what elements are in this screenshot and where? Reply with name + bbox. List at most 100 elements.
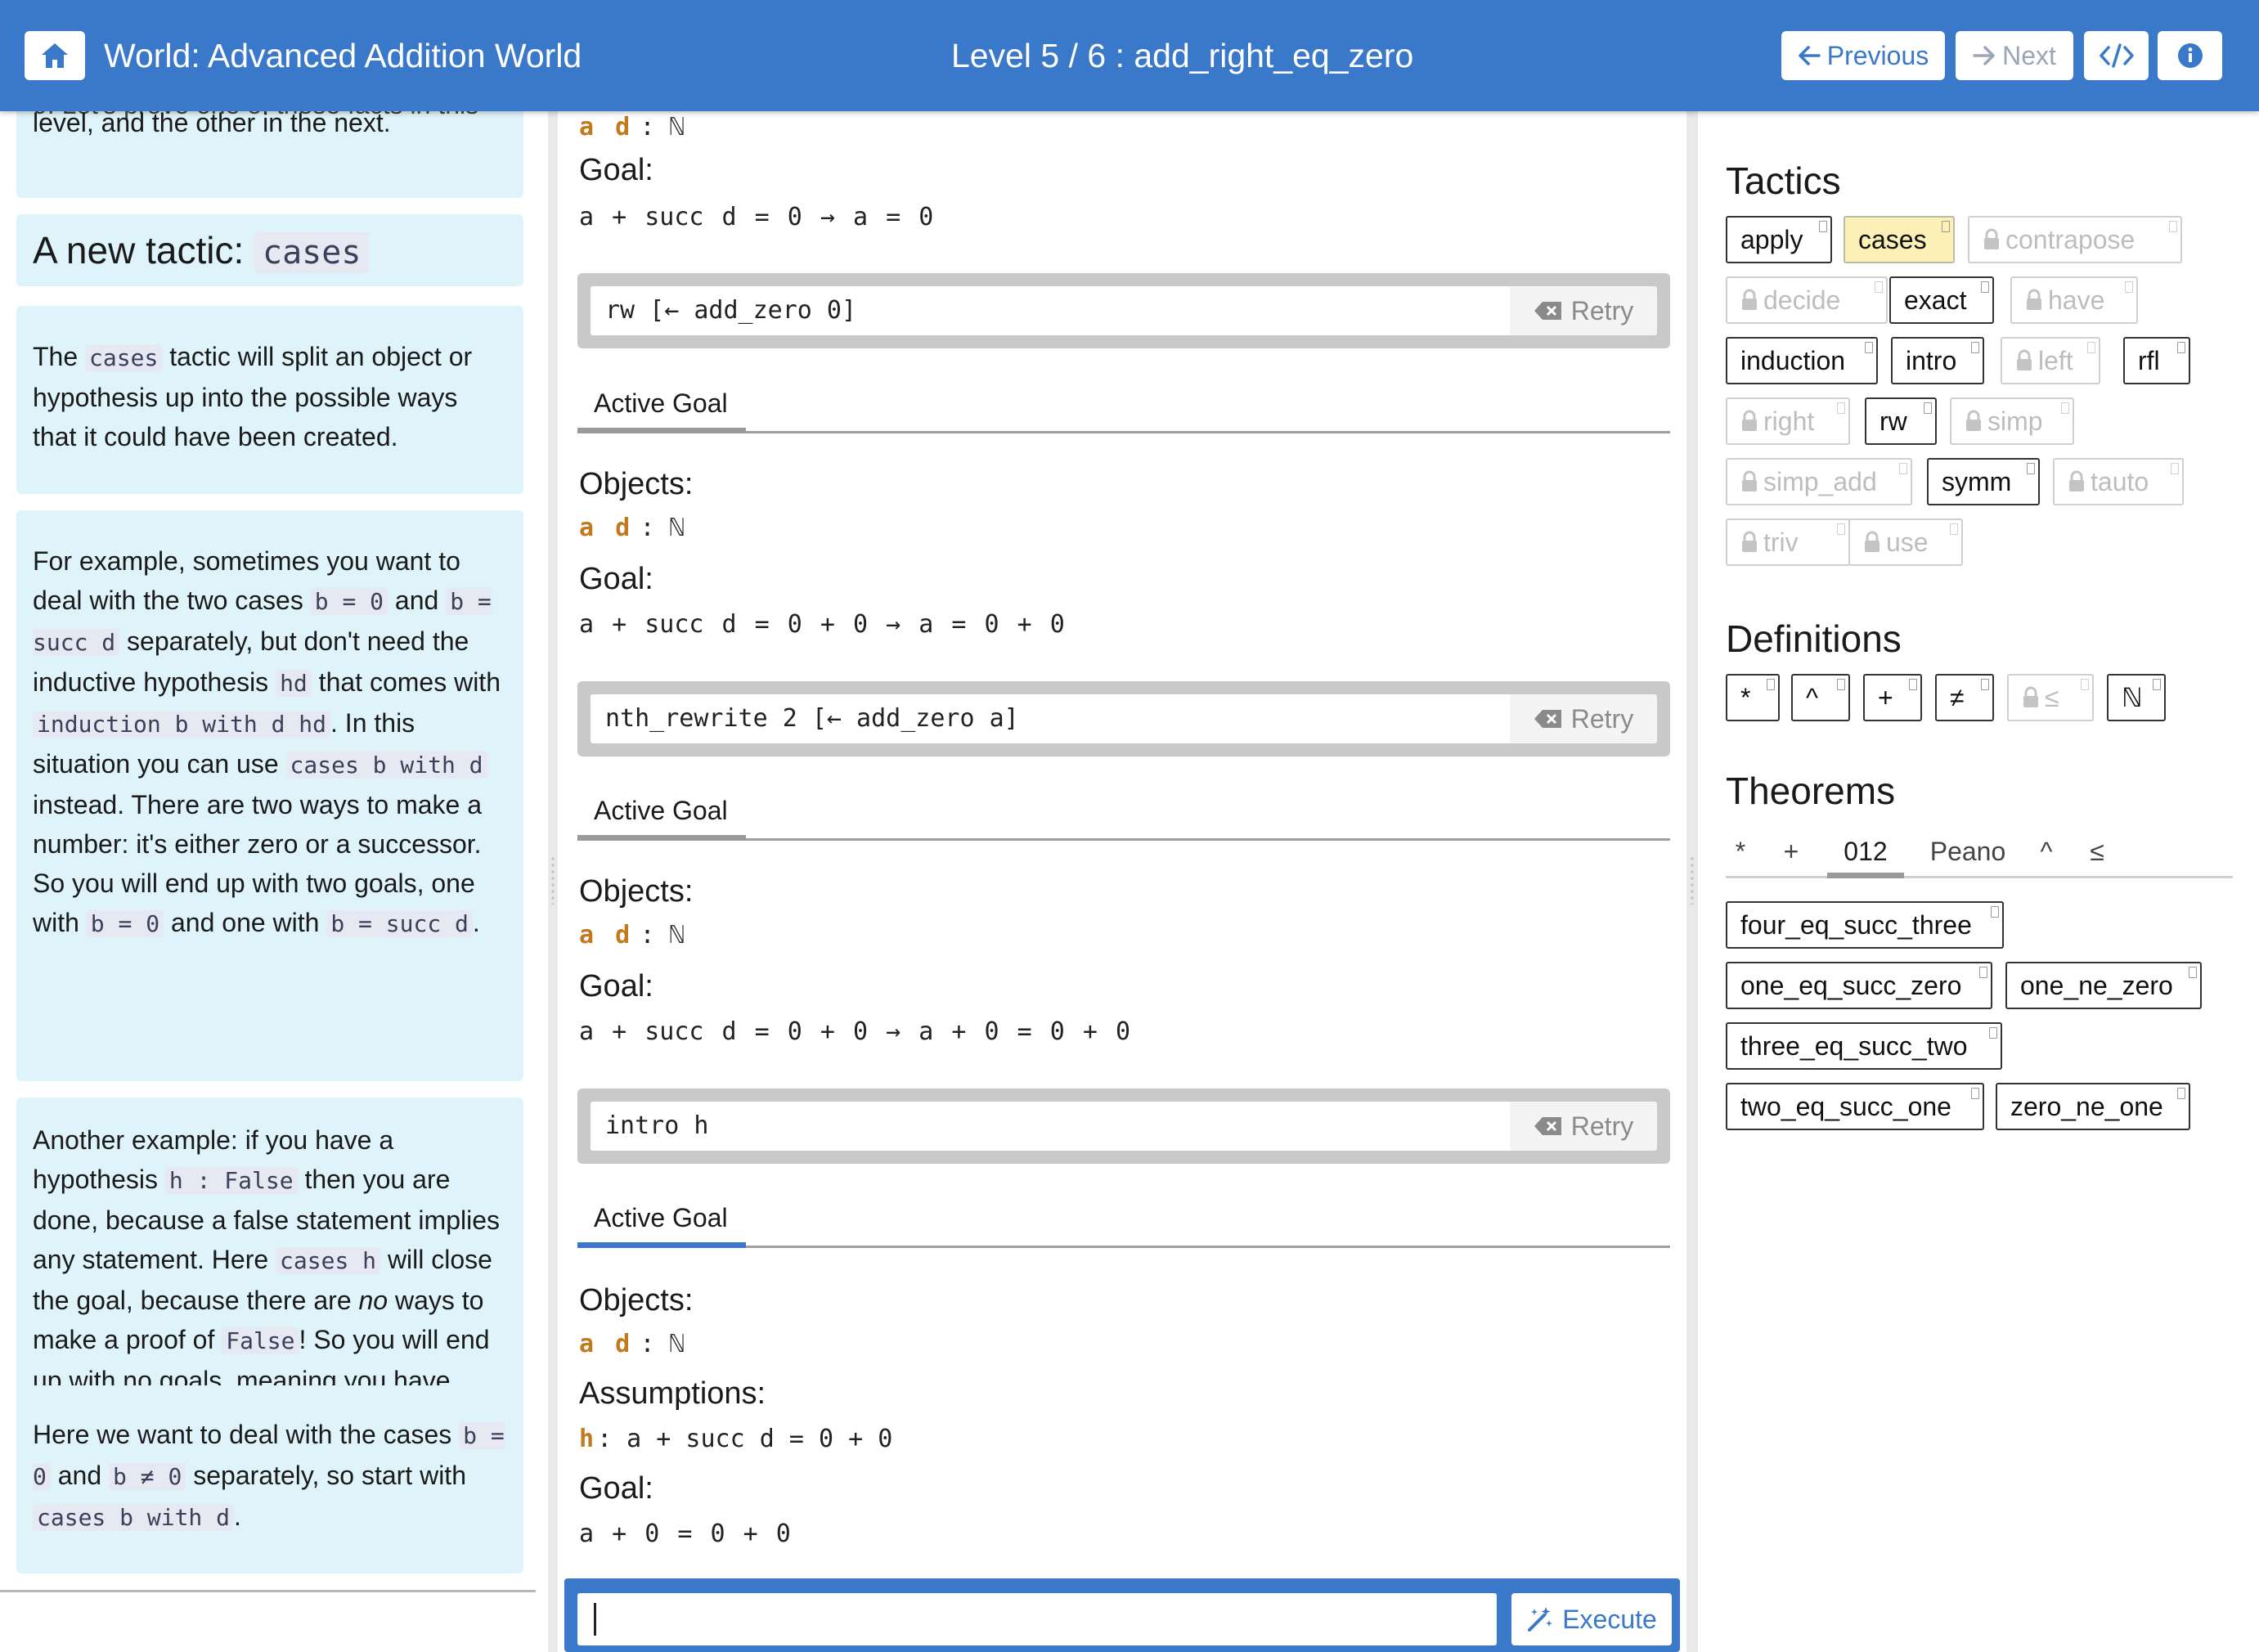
theorem-four-eq-succ-three[interactable]: four_eq_succ_three	[1726, 901, 2004, 949]
theorem-two-eq-succ-one[interactable]: two_eq_succ_one	[1726, 1083, 1984, 1130]
command-text: nth_rewrite 2 [← add_zero a]	[591, 694, 1516, 743]
divider	[0, 1590, 536, 1592]
tactic-triv[interactable]: triv	[1726, 518, 1850, 566]
document-icon	[1979, 967, 1987, 978]
tactic-symm[interactable]: symm	[1927, 458, 2040, 505]
intro-paragraph-4: Here we want to deal with the cases b = …	[16, 1385, 523, 1573]
chip-label: two_eq_succ_one	[1740, 1092, 1951, 1121]
definition-le[interactable]: ≤	[2007, 674, 2094, 721]
lock-icon	[1865, 531, 1880, 552]
chip-label: rfl	[2138, 346, 2160, 375]
chip-label: induction	[1740, 346, 1846, 375]
tab-active-goal[interactable]: Active Goal	[577, 1199, 746, 1248]
tactic-contrapose[interactable]: contrapose	[1968, 216, 2182, 263]
resize-handle-right[interactable]	[1686, 111, 1698, 1652]
chip-label: symm	[1942, 467, 2012, 496]
text: .	[472, 908, 480, 937]
goal-expression: a + succ d = 0 + 0 → a = 0 + 0	[579, 610, 1065, 639]
goal-expression: a + 0 = 0 + 0	[579, 1520, 791, 1548]
theorem-tab-peano[interactable]: Peano	[1925, 831, 2010, 878]
theorem-tab-012[interactable]: 012	[1827, 831, 1904, 878]
theorem-tab-add[interactable]: +	[1776, 831, 1806, 878]
chip-label: simp	[1987, 406, 2043, 436]
definition-add[interactable]: +	[1863, 674, 1922, 721]
theorem-one-ne-zero[interactable]: one_ne_zero	[2005, 962, 2202, 1009]
tactic-simp[interactable]: simp	[1950, 397, 2074, 445]
theorem-tab-le[interactable]: ≤	[2082, 831, 2112, 878]
retry-button[interactable]: Retry	[1510, 694, 1657, 743]
lock-icon	[1742, 531, 1757, 552]
proof-panel[interactable]: a d : ℕ Goal: a + succ d = 0 → a = 0 rw …	[558, 111, 1686, 1652]
resize-handle-left[interactable]	[548, 111, 558, 1652]
tactic-rw[interactable]: rw	[1865, 397, 1937, 445]
goal-tabs: Active Goal	[577, 384, 1670, 433]
lock-icon	[1742, 410, 1757, 431]
code: induction b with d hd	[33, 711, 331, 738]
tactic-right[interactable]: right	[1726, 397, 1850, 445]
definitions-title: Definitions	[1726, 617, 1902, 660]
tab-active-goal[interactable]: Active Goal	[577, 384, 746, 433]
document-icon	[2153, 679, 2161, 690]
document-icon	[1924, 402, 1932, 414]
tactic-simp-add[interactable]: simp_add	[1726, 458, 1912, 505]
definition-ne[interactable]: ≠	[1935, 674, 1994, 721]
theorem-one-eq-succ-zero[interactable]: one_eq_succ_zero	[1726, 962, 1992, 1009]
command-input[interactable]	[577, 1593, 1497, 1645]
execute-button[interactable]: Execute	[1511, 1593, 1672, 1645]
tactic-have[interactable]: have	[2010, 276, 2138, 324]
tab-active-goal[interactable]: Active Goal	[577, 792, 746, 841]
top-bar: World: Advanced Addition World Level 5 /…	[0, 0, 2259, 111]
chip-label: triv	[1763, 527, 1799, 557]
tactic-decide[interactable]: decide	[1726, 276, 1888, 324]
editor-mode-button[interactable]	[2084, 31, 2149, 80]
chip-label: +	[1878, 683, 1893, 712]
document-icon	[2189, 967, 2197, 978]
document-icon	[2061, 402, 2069, 414]
previous-button[interactable]: Previous	[1781, 31, 1945, 80]
chip-label: decide	[1763, 285, 1841, 315]
document-icon	[2171, 463, 2179, 474]
tactic-intro[interactable]: intro	[1891, 337, 1984, 384]
retry-button[interactable]: Retry	[1510, 286, 1657, 335]
tactic-cases[interactable]: cases	[1844, 216, 1955, 263]
introduction-panel[interactable]: 0. Let's prove one of these facts in thi…	[0, 111, 548, 1652]
home-icon	[42, 43, 68, 68]
retry-button[interactable]: Retry	[1510, 1102, 1657, 1151]
goal-tabs: Active Goal	[577, 792, 1670, 841]
document-icon	[2169, 221, 2177, 232]
code-icon	[2099, 43, 2134, 68]
definition-pow[interactable]: ^	[1791, 674, 1850, 721]
theorem-three-eq-succ-two[interactable]: three_eq_succ_two	[1726, 1022, 2002, 1070]
document-icon	[1981, 281, 1989, 293]
definition-mul[interactable]: *	[1726, 674, 1780, 721]
execute-label: Execute	[1562, 1604, 1657, 1634]
theorem-zero-ne-one[interactable]: zero_ne_one	[1996, 1083, 2190, 1130]
code: hd	[276, 670, 312, 697]
lock-icon	[2023, 686, 2038, 707]
tactic-rfl[interactable]: rfl	[2123, 337, 2190, 384]
object-names: a d	[579, 921, 634, 949]
tactic-heading: A new tactic: cases	[16, 214, 523, 286]
document-icon	[1767, 679, 1775, 690]
home-button[interactable]	[25, 31, 85, 80]
tactics-title: Tactics	[1726, 159, 1841, 202]
tactic-left[interactable]: left	[2001, 337, 2100, 384]
tactic-tauto[interactable]: tauto	[2053, 458, 2184, 505]
tactic-exact[interactable]: exact	[1889, 276, 1994, 324]
objects-label: Objects:	[579, 874, 694, 909]
theorem-tab-pow[interactable]: ^	[2032, 831, 2061, 878]
code: b = succ d	[326, 910, 473, 937]
lock-icon	[1984, 228, 1999, 249]
next-button[interactable]: Next	[1956, 31, 2073, 80]
tactic-heading-text: A new tactic:	[33, 229, 245, 272]
definition-nat[interactable]: ℕ	[2107, 674, 2166, 721]
info-button[interactable]	[2158, 31, 2222, 80]
theorem-tab-mul[interactable]: *	[1726, 831, 1755, 878]
tactic-use[interactable]: use	[1848, 518, 1963, 566]
tactic-induction[interactable]: induction	[1726, 337, 1878, 384]
text: that comes with	[318, 667, 501, 697]
retry-label: Retry	[1570, 295, 1634, 325]
chip-label: *	[1740, 683, 1751, 712]
tactic-apply[interactable]: apply	[1726, 216, 1832, 263]
document-icon	[1837, 402, 1845, 414]
